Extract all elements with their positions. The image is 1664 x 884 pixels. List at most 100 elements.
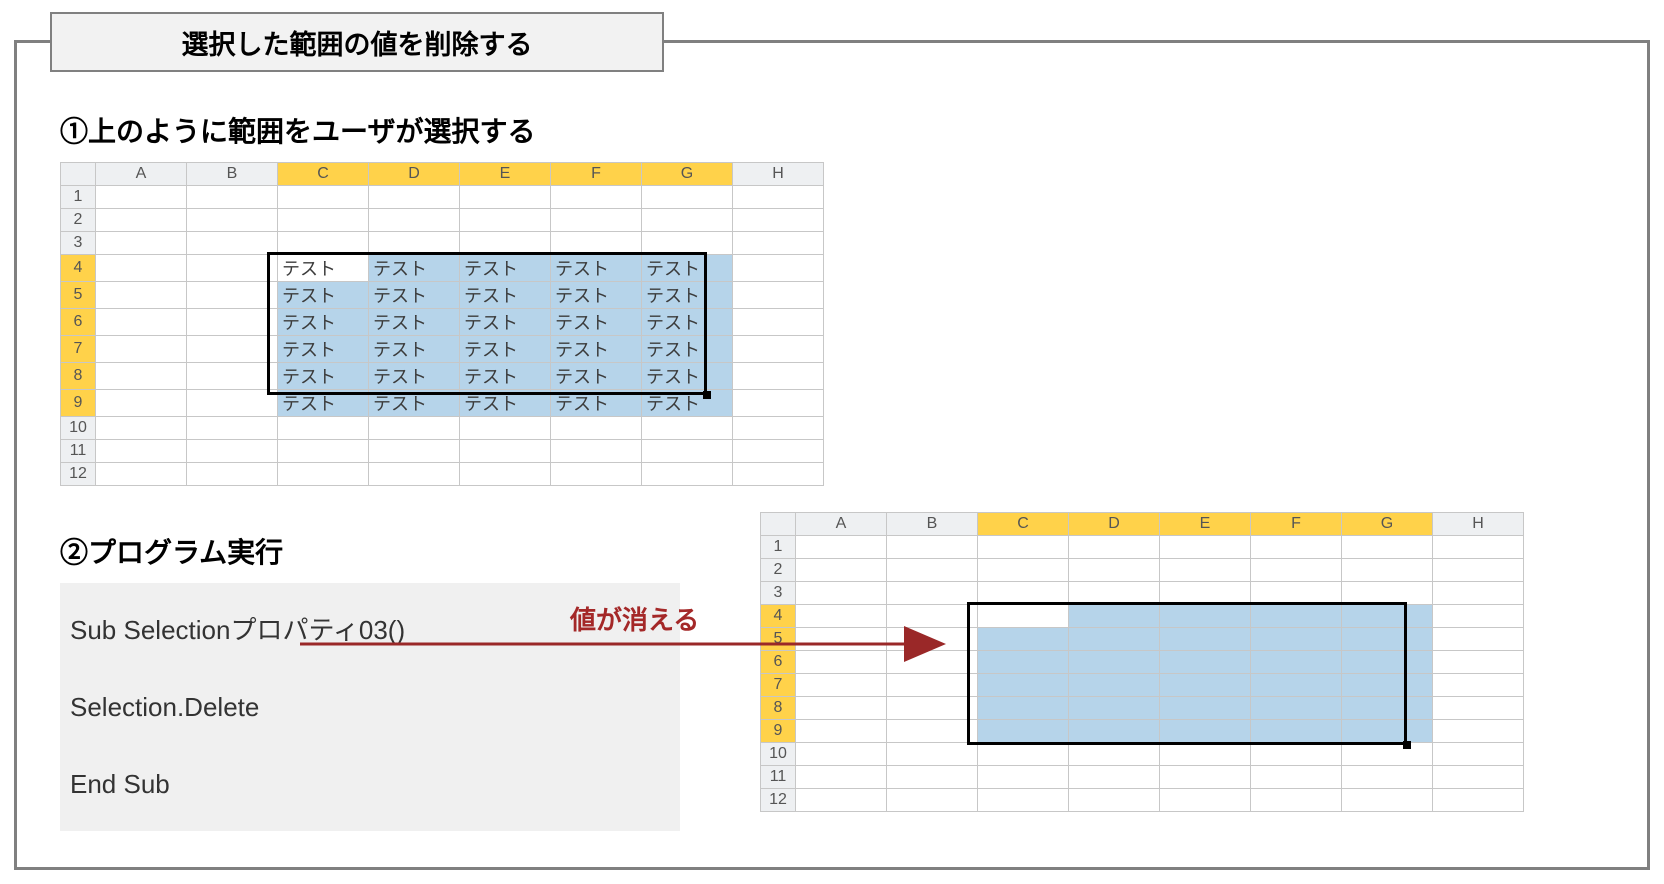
cell[interactable]: テスト bbox=[460, 309, 551, 336]
cell[interactable] bbox=[1251, 674, 1342, 697]
cell[interactable] bbox=[978, 536, 1069, 559]
row-header[interactable]: 7 bbox=[761, 674, 796, 697]
cell[interactable] bbox=[796, 674, 887, 697]
cell[interactable] bbox=[1433, 582, 1524, 605]
row-header[interactable]: 11 bbox=[61, 440, 96, 463]
column-header[interactable]: G bbox=[1342, 513, 1433, 536]
cell[interactable] bbox=[1433, 559, 1524, 582]
cell[interactable] bbox=[1251, 789, 1342, 812]
cell[interactable] bbox=[978, 651, 1069, 674]
cell[interactable] bbox=[1251, 697, 1342, 720]
cell[interactable] bbox=[1342, 651, 1433, 674]
cell[interactable] bbox=[460, 209, 551, 232]
cell[interactable] bbox=[642, 440, 733, 463]
cell[interactable] bbox=[887, 789, 978, 812]
cell[interactable] bbox=[1433, 628, 1524, 651]
cell[interactable] bbox=[1251, 651, 1342, 674]
row-header[interactable]: 9 bbox=[761, 720, 796, 743]
cell[interactable] bbox=[1342, 674, 1433, 697]
column-header[interactable]: B bbox=[887, 513, 978, 536]
cell[interactable] bbox=[733, 186, 824, 209]
cell[interactable] bbox=[796, 605, 887, 628]
cell[interactable]: テスト bbox=[460, 363, 551, 390]
row-header[interactable]: 1 bbox=[61, 186, 96, 209]
cell[interactable]: テスト bbox=[551, 282, 642, 309]
cell[interactable]: テスト bbox=[460, 336, 551, 363]
row-header[interactable]: 8 bbox=[761, 697, 796, 720]
cell[interactable] bbox=[733, 336, 824, 363]
cell[interactable] bbox=[887, 720, 978, 743]
cell[interactable] bbox=[187, 463, 278, 486]
column-header[interactable]: G bbox=[642, 163, 733, 186]
cell[interactable] bbox=[1342, 720, 1433, 743]
cell[interactable] bbox=[1069, 582, 1160, 605]
cell[interactable]: テスト bbox=[278, 336, 369, 363]
cell[interactable] bbox=[460, 232, 551, 255]
cell[interactable] bbox=[1251, 536, 1342, 559]
cell[interactable] bbox=[1069, 697, 1160, 720]
cell[interactable] bbox=[733, 440, 824, 463]
cell[interactable]: テスト bbox=[551, 390, 642, 417]
cell[interactable] bbox=[1160, 766, 1251, 789]
column-header[interactable]: A bbox=[96, 163, 187, 186]
cell[interactable] bbox=[1433, 605, 1524, 628]
cell[interactable] bbox=[642, 209, 733, 232]
column-header[interactable]: E bbox=[1160, 513, 1251, 536]
row-header[interactable]: 5 bbox=[61, 282, 96, 309]
row-header[interactable]: 11 bbox=[761, 766, 796, 789]
cell[interactable] bbox=[1160, 651, 1251, 674]
cell[interactable] bbox=[1251, 582, 1342, 605]
cell[interactable] bbox=[978, 559, 1069, 582]
cell[interactable] bbox=[733, 282, 824, 309]
cell[interactable]: テスト bbox=[642, 363, 733, 390]
column-header[interactable]: A bbox=[796, 513, 887, 536]
cell[interactable] bbox=[796, 697, 887, 720]
cell[interactable] bbox=[369, 463, 460, 486]
cell[interactable] bbox=[1433, 789, 1524, 812]
cell[interactable] bbox=[1251, 720, 1342, 743]
row-header[interactable]: 4 bbox=[61, 255, 96, 282]
row-header[interactable]: 3 bbox=[61, 232, 96, 255]
cell[interactable] bbox=[278, 463, 369, 486]
cell[interactable] bbox=[1251, 559, 1342, 582]
cell[interactable] bbox=[96, 309, 187, 336]
cell[interactable] bbox=[551, 186, 642, 209]
cell[interactable]: テスト bbox=[278, 282, 369, 309]
cell[interactable] bbox=[887, 697, 978, 720]
cell[interactable] bbox=[733, 232, 824, 255]
cell[interactable] bbox=[1160, 674, 1251, 697]
cell[interactable] bbox=[1160, 743, 1251, 766]
cell[interactable] bbox=[187, 309, 278, 336]
cell[interactable] bbox=[978, 743, 1069, 766]
cell[interactable] bbox=[369, 186, 460, 209]
cell[interactable] bbox=[1160, 720, 1251, 743]
cell[interactable] bbox=[642, 232, 733, 255]
cell[interactable] bbox=[278, 440, 369, 463]
cell[interactable]: テスト bbox=[369, 336, 460, 363]
cell[interactable] bbox=[187, 440, 278, 463]
cell[interactable] bbox=[278, 417, 369, 440]
row-header[interactable]: 12 bbox=[61, 463, 96, 486]
cell[interactable]: テスト bbox=[278, 363, 369, 390]
row-header[interactable]: 12 bbox=[761, 789, 796, 812]
cell[interactable] bbox=[733, 363, 824, 390]
cell[interactable] bbox=[887, 536, 978, 559]
cell[interactable] bbox=[278, 209, 369, 232]
cell[interactable] bbox=[96, 336, 187, 363]
cell[interactable] bbox=[460, 417, 551, 440]
cell[interactable] bbox=[1342, 628, 1433, 651]
cell[interactable] bbox=[187, 186, 278, 209]
cell[interactable]: テスト bbox=[460, 282, 551, 309]
cell[interactable] bbox=[96, 440, 187, 463]
cell[interactable] bbox=[642, 417, 733, 440]
cell[interactable] bbox=[187, 282, 278, 309]
cell[interactable] bbox=[796, 720, 887, 743]
row-header[interactable]: 6 bbox=[61, 309, 96, 336]
column-header[interactable]: E bbox=[460, 163, 551, 186]
cell[interactable] bbox=[796, 743, 887, 766]
cell[interactable] bbox=[187, 255, 278, 282]
cell[interactable] bbox=[1342, 559, 1433, 582]
cell[interactable]: テスト bbox=[551, 336, 642, 363]
cell[interactable]: テスト bbox=[369, 282, 460, 309]
cell[interactable] bbox=[369, 232, 460, 255]
